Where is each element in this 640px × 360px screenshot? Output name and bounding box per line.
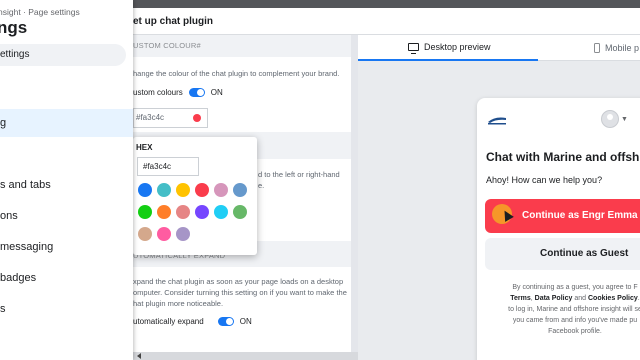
horizontal-scrollbar[interactable] [133, 352, 358, 360]
colour-swatch[interactable] [176, 227, 190, 241]
sidebar-item-page-badges[interactable]: badges [0, 264, 133, 292]
colour-picker-popover: HEX #fa3c4c [133, 137, 257, 255]
header-title: et up chat plugin [133, 16, 213, 27]
colour-swatch[interactable] [138, 227, 152, 241]
chat-greeting: Ahoy! How can we help you? [486, 175, 603, 185]
colour-preview-dot [193, 114, 201, 122]
preview-tabs: Desktop preview Mobile p [358, 35, 640, 61]
legal-links: Terms, Data Policy and Cookies Policy. [510, 295, 640, 302]
monitor-icon [408, 43, 419, 54]
continue-as-guest-button[interactable]: Continue as Guest [485, 238, 640, 270]
page-header: et up chat plugin [133, 8, 640, 35]
custom-colour-heading: USTOM COLOUR# [133, 35, 351, 57]
custom-colour-description: hange the colour of the chat plugin to c… [133, 69, 340, 78]
sidebar-item-notifications[interactable]: ons [0, 202, 133, 230]
custom-colours-label: ustom colours [133, 88, 183, 97]
legal-notice: By continuing as a guest, you agree to F… [485, 282, 640, 337]
page-logo-icon [488, 117, 506, 125]
colour-swatch[interactable] [195, 205, 209, 219]
chevron-down-icon[interactable]: ▼ [621, 116, 628, 123]
colour-swatch[interactable] [157, 205, 171, 219]
auto-expand-description-3: hat plugin more noticeable. [133, 299, 224, 308]
sidebar-item-more[interactable]: s [0, 295, 133, 323]
colour-hex-value: #fa3c4c [136, 113, 165, 122]
legal-and: and [574, 295, 587, 302]
page-title: ngs [0, 18, 28, 37]
legal-line-1: By continuing as a guest, you agree to F [512, 284, 638, 291]
settings-sidebar: nsight · Page settings ngs ettings g s a… [0, 0, 133, 360]
colour-swatch[interactable] [233, 183, 247, 197]
colour-swatches [138, 183, 254, 241]
colour-swatch[interactable] [214, 183, 228, 197]
avatar[interactable] [601, 110, 619, 128]
sidebar-item-messaging[interactable]: g [0, 109, 133, 137]
legal-line-3: you came from and info you've made pu [512, 317, 638, 324]
tab-mobile-label: Mobile p [605, 43, 640, 53]
auto-expand-description-1: xpand the chat plugin as soon as your pa… [133, 277, 344, 286]
auto-expand-section: xpand the chat plugin as soon as your pa… [133, 267, 351, 360]
legal-line-4: Facebook profile. [548, 328, 602, 335]
auto-expand-toggle[interactable] [217, 317, 234, 326]
colour-hex-field[interactable]: #fa3c4c [133, 108, 208, 128]
tab-desktop-label: Desktop preview [424, 42, 491, 52]
chat-title: Chat with Marine and offsh [486, 150, 640, 164]
colour-swatch[interactable] [176, 183, 190, 197]
colour-swatch[interactable] [138, 205, 152, 219]
preview-panel: Desktop preview Mobile p ▼ Chat with Mar… [358, 35, 640, 360]
tab-mobile-preview[interactable]: Mobile p [594, 35, 639, 61]
custom-colours-row: ustom colours ON [133, 87, 223, 98]
top-bar [133, 0, 640, 8]
colour-swatch[interactable] [157, 227, 171, 241]
sidebar-item-advanced-messaging[interactable]: messaging [0, 233, 133, 261]
terms-link[interactable]: Terms [510, 295, 531, 302]
cookies-policy-link[interactable]: Cookies Policy [588, 295, 638, 302]
colour-swatch[interactable] [195, 183, 209, 197]
colour-swatch[interactable] [214, 205, 228, 219]
colour-swatch[interactable] [157, 183, 171, 197]
colour-swatch[interactable] [233, 205, 247, 219]
sidebar-item-templates-and-tabs[interactable]: s and tabs [0, 171, 133, 199]
auto-expand-state: ON [239, 317, 252, 326]
scroll-left-icon[interactable] [137, 353, 141, 359]
auto-expand-description-2: omputer. Consider turning this setting o… [133, 288, 347, 297]
colour-swatch[interactable] [138, 183, 152, 197]
phone-icon [594, 43, 600, 53]
tab-desktop-preview[interactable]: Desktop preview [358, 35, 538, 61]
alignment-description-2: e. [258, 181, 265, 190]
colour-swatch[interactable] [176, 205, 190, 219]
auto-expand-label: utomatically expand [133, 317, 204, 326]
hex-input[interactable]: #fa3c4c [137, 157, 199, 176]
breadcrumb[interactable]: nsight · Page settings [0, 7, 80, 17]
auto-expand-row: utomatically expand ON [133, 316, 252, 327]
hex-label: HEX [136, 143, 153, 152]
custom-colours-state: ON [210, 88, 223, 97]
data-policy-link[interactable]: Data Policy [535, 295, 573, 302]
chat-plugin-preview: ▼ Chat with Marine and offsh Ahoy! How c… [477, 98, 640, 360]
legal-line-2: to log in, Marine and offshore insight w… [508, 306, 640, 313]
alignment-description-1: d to the left or right-hand [258, 170, 340, 179]
search-settings-input[interactable]: ettings [0, 44, 126, 66]
custom-colours-toggle[interactable] [188, 88, 205, 97]
